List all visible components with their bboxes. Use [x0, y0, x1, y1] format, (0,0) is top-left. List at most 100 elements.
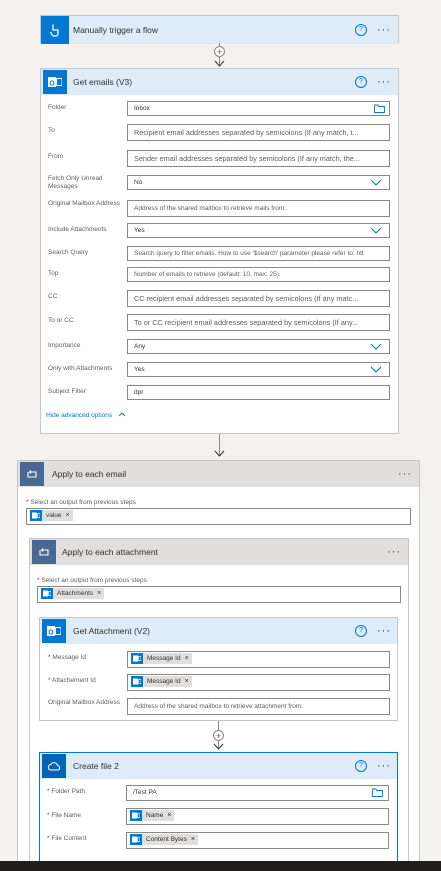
required-marker: * — [48, 677, 51, 684]
help-icon[interactable]: ? — [355, 625, 367, 637]
select-output-label: * Select an output from previous steps — [26, 499, 136, 507]
name-token[interactable]: Name × — [130, 809, 175, 822]
create-file-card[interactable]: Create file 2 ? ··· * Folder Path /Test … — [39, 752, 398, 864]
select-output-field[interactable]: Attachments × — [37, 586, 401, 603]
file-name-field[interactable]: Name × — [126, 808, 389, 825]
required-marker: * — [47, 835, 50, 842]
more-options-icon[interactable]: ··· — [377, 25, 391, 36]
add-step-icon[interactable]: + — [213, 730, 224, 741]
required-marker: * — [37, 577, 40, 584]
cc-field[interactable]: CC recipient email addresses separated b… — [127, 290, 390, 307]
get-attachment-header[interactable]: O Get Attachment (V2) ? ··· — [40, 618, 397, 644]
field-label-only-attachments: Only with Attachments — [48, 365, 113, 372]
name-token-label: Name — [146, 812, 164, 819]
field-label-search-query: Search Query — [48, 249, 89, 256]
file-name-label-text: File Name — [51, 812, 81, 819]
folder-path-field[interactable]: /Test PA — [126, 785, 389, 801]
attachments-token[interactable]: Attachments × — [41, 587, 105, 600]
remove-token-icon[interactable]: × — [66, 509, 70, 522]
trigger-title: Manually trigger a flow — [73, 25, 159, 35]
remove-token-icon[interactable]: × — [167, 809, 171, 822]
include-attachments-select[interactable]: Yes — [127, 223, 390, 238]
create-file-title: Create file 2 — [73, 761, 119, 771]
outlook-icon-box: O — [43, 70, 67, 94]
select-output-field[interactable]: value × — [26, 508, 411, 525]
remove-token-icon[interactable]: × — [185, 652, 189, 665]
folder-field[interactable]: Inbox — [127, 101, 390, 116]
select-output-text: Select an output from previous steps — [30, 499, 136, 506]
get-emails-header[interactable]: O Get emails (V3) ? ··· — [41, 69, 398, 95]
more-options-icon[interactable]: ··· — [377, 761, 391, 772]
field-label-folder: Folder — [48, 104, 67, 111]
file-content-field[interactable]: Content Bytes × — [126, 832, 389, 849]
apply-each-email-header[interactable]: Apply to each email ··· — [18, 461, 419, 487]
to-field[interactable]: Recipient email addresses separated by s… — [127, 124, 390, 141]
field-label-top: Top — [48, 270, 59, 277]
attachment-id-token[interactable]: Message Id × — [131, 676, 192, 687]
more-options-icon[interactable]: ··· — [387, 547, 401, 558]
loop-icon — [39, 548, 49, 556]
field-label-subject-filter: Subject Filter — [48, 388, 86, 395]
outlook-token-icon — [131, 676, 143, 687]
folder-icon[interactable] — [372, 788, 383, 797]
arrow-down-icon — [213, 743, 224, 750]
chevron-up-icon — [118, 412, 126, 417]
hide-advanced-options-link[interactable]: Hide advanced options — [46, 412, 126, 419]
file-name-label: * File Name — [47, 812, 81, 820]
outlook-token-icon — [131, 653, 143, 664]
more-options-icon[interactable]: ··· — [398, 469, 412, 480]
required-marker: * — [47, 788, 50, 795]
help-icon[interactable]: ? — [355, 24, 367, 36]
from-field[interactable]: Sender email addresses separated by semi… — [127, 150, 390, 167]
get-emails-card[interactable]: O Get emails (V3) ? ··· Folder Inbox To … — [40, 68, 399, 434]
folder-icon[interactable] — [374, 104, 385, 113]
message-id-field[interactable]: Message Id × — [127, 651, 390, 668]
field-label-original-mailbox: Original Mailbox Address — [48, 200, 120, 207]
subject-filter-field[interactable]: dpr — [127, 385, 390, 400]
value-token-label: value — [46, 512, 62, 519]
apply-each-attachment-header[interactable]: Apply to each attachment ··· — [30, 539, 408, 565]
chevron-down-icon[interactable] — [370, 179, 382, 186]
fetch-unread-select[interactable]: No — [127, 175, 390, 190]
file-content-label: * File Content — [47, 835, 86, 843]
attachment-id-token-label: Message Id — [147, 678, 181, 685]
field-label-unread: Fetch Only Unread Messages — [48, 175, 103, 190]
attachment-id-field[interactable]: Message Id × — [127, 674, 390, 691]
remove-token-icon[interactable]: × — [97, 587, 101, 600]
get-emails-title: Get emails (V3) — [73, 77, 133, 87]
to-or-cc-field[interactable]: To or CC recipient email addresses separ… — [127, 314, 390, 331]
svg-text:O: O — [48, 630, 54, 637]
help-icon[interactable]: ? — [355, 760, 367, 772]
help-icon[interactable]: ? — [355, 76, 367, 88]
field-label-from: From — [48, 153, 64, 160]
attachment-id-label-text: Attachement Id — [51, 677, 96, 684]
content-bytes-token[interactable]: Content Bytes × — [130, 834, 198, 845]
more-options-icon[interactable]: ··· — [377, 626, 391, 637]
original-mailbox-field[interactable]: Address of the shared mailbox to retriev… — [127, 698, 390, 715]
search-query-field[interactable]: Search query to filter emails. How to us… — [127, 246, 390, 261]
only-attachments-select[interactable]: Yes — [127, 362, 390, 377]
required-marker: * — [26, 499, 29, 506]
apply-each-attachment-title: Apply to each attachment — [62, 547, 158, 557]
top-field[interactable]: Number of emails to retrieve (default: 1… — [127, 267, 390, 282]
chevron-down-icon[interactable] — [370, 366, 382, 373]
folder-path-label: * Folder Path — [47, 788, 85, 796]
chevron-down-icon[interactable] — [370, 227, 382, 234]
original-mailbox-field[interactable]: Address of the shared mailbox to retriev… — [127, 200, 390, 217]
remove-token-icon[interactable]: × — [185, 675, 189, 688]
importance-select[interactable]: Any — [127, 339, 390, 354]
content-bytes-token-label: Content Bytes — [146, 836, 187, 843]
trigger-card[interactable]: Manually trigger a flow ? ··· — [40, 15, 399, 44]
message-id-token[interactable]: Message Id × — [131, 653, 192, 664]
remove-token-icon[interactable]: × — [191, 833, 195, 846]
get-attachment-card[interactable]: O Get Attachment (V2) ? ··· * Message Id… — [39, 617, 398, 721]
value-token[interactable]: value × — [30, 510, 73, 521]
onedrive-icon-box — [42, 754, 66, 778]
trigger-header[interactable]: Manually trigger a flow ? ··· — [41, 16, 398, 44]
create-file-header[interactable]: Create file 2 ? ··· — [40, 753, 397, 779]
add-step-icon[interactable]: + — [214, 46, 225, 57]
taskbar — [0, 861, 441, 871]
outlook-token-icon — [130, 810, 142, 821]
chevron-down-icon[interactable] — [370, 343, 382, 350]
more-options-icon[interactable]: ··· — [377, 77, 391, 88]
